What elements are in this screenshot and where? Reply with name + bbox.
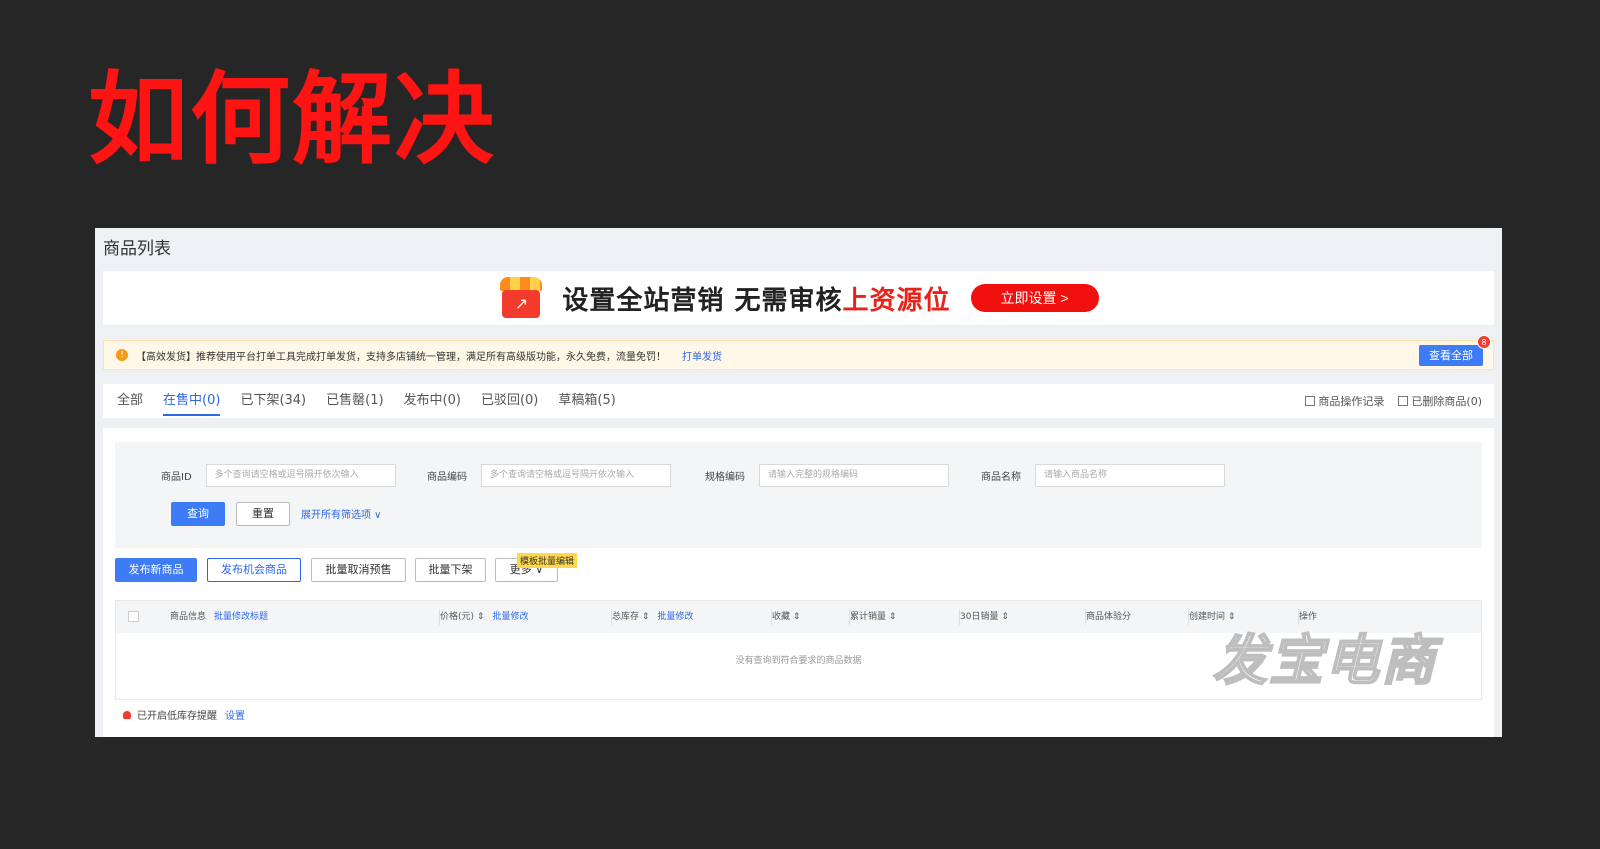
product-name-input[interactable]: 请输入商品名称	[1035, 464, 1225, 487]
filter-product-name: 商品名称 请输入商品名称	[981, 464, 1225, 487]
tab-off-shelf[interactable]: 已下架(34)	[240, 384, 306, 418]
status-tabs: 全部 在售中(0) 已下架(34) 已售罄(1) 发布中(0) 已驳回(0) 草…	[103, 384, 1494, 418]
product-list-screenshot: 商品列表 ↗ 设置全站营销 无需审核 上资源位 立即设置 > ! 【高效发货】推…	[95, 228, 1502, 737]
store-icon: ↗	[498, 275, 544, 321]
tab-publishing[interactable]: 发布中(0)	[404, 384, 461, 418]
notification-badge: 8	[1477, 335, 1491, 349]
column-favorites[interactable]: 收藏 ⇕	[772, 601, 850, 633]
reset-button[interactable]: 重置	[236, 502, 290, 526]
view-all-button[interactable]: 查看全部	[1419, 345, 1483, 366]
edit-icon	[1305, 396, 1316, 406]
batch-edit-price-link[interactable]: 批量修改	[492, 612, 528, 622]
operation-log-link[interactable]: 商品操作记录	[1305, 393, 1384, 409]
deleted-products-link[interactable]: 已删除商品(0)	[1398, 393, 1482, 409]
column-stock[interactable]: 总库存 ⇕ 批量修改	[612, 601, 772, 633]
batch-edit-title-link[interactable]: 批量修改标题	[214, 612, 268, 622]
print-shipping-link[interactable]: 打单发货	[682, 348, 722, 363]
low-stock-reminder: 已开启低库存提醒 设置	[123, 707, 245, 722]
headline: 如何解决	[88, 61, 496, 178]
tab-on-sale[interactable]: 在售中(0)	[163, 384, 221, 418]
template-batch-edit-tip: 模板批量编辑	[517, 553, 578, 568]
banner-slogan-highlight: 上资源位	[842, 285, 951, 316]
bell-icon	[123, 710, 131, 719]
batch-cancel-presale-button[interactable]: 批量取消预售	[311, 558, 406, 582]
sku-code-input[interactable]: 请输入完整的规格编码	[759, 464, 949, 487]
batch-edit-stock-link[interactable]: 批量修改	[657, 612, 693, 622]
select-all-checkbox[interactable]	[128, 611, 139, 622]
shipping-notice: ! 【高效发货】推荐使用平台打单工具完成打单发货，支持多店铺统一管理，满足所有高…	[103, 335, 1494, 370]
filter-product-code: 商品编码 多个查询请空格或逗号隔开依次输入	[427, 464, 671, 487]
filter-product-id: 商品ID 多个查询请空格或逗号隔开依次输入	[161, 464, 396, 487]
setup-now-button[interactable]: 立即设置 >	[970, 284, 1099, 312]
low-stock-settings-link[interactable]: 设置	[225, 707, 245, 722]
tab-drafts[interactable]: 草稿箱(5)	[558, 384, 615, 418]
column-product-info: 商品信息 批量修改标题	[170, 601, 440, 633]
product-code-input[interactable]: 多个查询请空格或逗号隔开依次输入	[481, 464, 671, 487]
promo-banner[interactable]: ↗ 设置全站营销 无需审核 上资源位 立即设置 >	[103, 271, 1494, 360]
page-title: 商品列表	[103, 239, 171, 259]
watermark-logo: 发宝电商	[1212, 628, 1437, 693]
batch-off-shelf-button[interactable]: 批量下架	[415, 558, 486, 582]
tab-rejected[interactable]: 已驳回(0)	[481, 384, 538, 418]
publish-new-product-button[interactable]: 发布新商品	[115, 558, 197, 582]
notice-text: 【高效发货】推荐使用平台打单工具完成打单发货，支持多店铺统一管理，满足所有高级版…	[136, 351, 666, 363]
tab-sold-out[interactable]: 已售罄(1)	[326, 384, 383, 418]
filter-sku-code: 规格编码 请输入完整的规格编码	[705, 464, 949, 487]
query-button[interactable]: 查询	[171, 502, 225, 526]
expand-filters-link[interactable]: 展开所有筛选项 ∨	[301, 506, 382, 521]
warning-icon: !	[116, 349, 128, 361]
product-id-input[interactable]: 多个查询请空格或逗号隔开依次输入	[205, 464, 396, 487]
column-total-sales[interactable]: 累计销量 ⇕	[850, 601, 960, 633]
filter-panel: 商品ID 多个查询请空格或逗号隔开依次输入 商品编码 多个查询请空格或逗号隔开依…	[115, 442, 1482, 548]
column-30day-sales[interactable]: 30日销量 ⇕	[960, 601, 1086, 633]
trash-icon	[1398, 396, 1409, 406]
column-experience-score: 商品体验分	[1086, 601, 1189, 633]
publish-opportunity-product-button[interactable]: 发布机会商品	[207, 558, 301, 582]
banner-slogan: 设置全站营销 无需审核	[562, 285, 843, 316]
tab-all[interactable]: 全部	[117, 384, 143, 418]
column-price[interactable]: 价格(元) ⇕ 批量修改	[440, 601, 612, 633]
